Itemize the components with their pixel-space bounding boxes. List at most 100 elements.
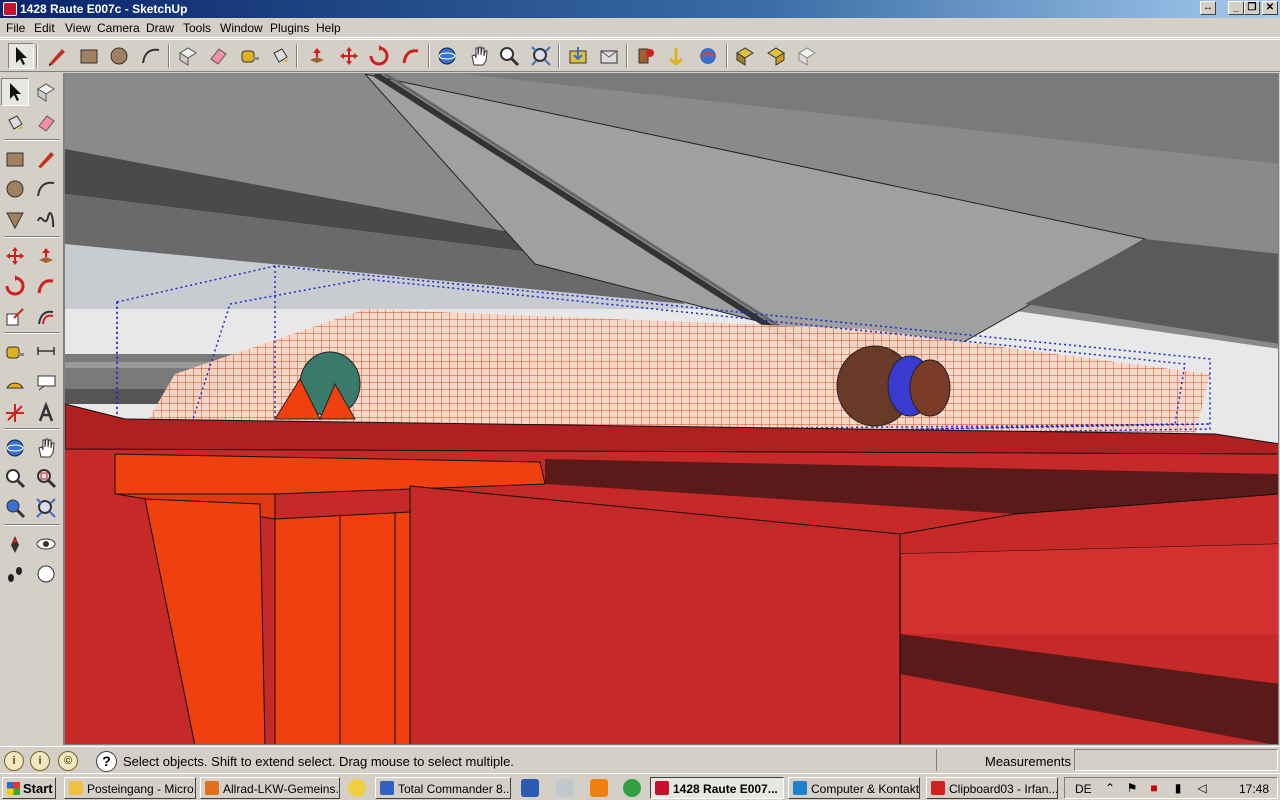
palette-tape-measure-icon[interactable] [1, 338, 29, 366]
palette-orbit-icon[interactable] [1, 434, 29, 462]
menu-window[interactable]: Window [220, 21, 263, 35]
place-model-icon[interactable] [633, 43, 659, 69]
palette-move-icon[interactable] [1, 242, 29, 270]
palette-previous-view-icon[interactable] [1, 494, 29, 522]
model-scene[interactable] [65, 74, 1279, 745]
flag-icon[interactable]: ⚑ [1125, 781, 1139, 795]
palette-walk-icon[interactable] [1, 560, 29, 588]
network-icon[interactable]: ▮ [1171, 781, 1185, 795]
chevron-up-icon[interactable]: ⌃ [1103, 781, 1117, 795]
send-to-layout-icon[interactable] [794, 43, 820, 69]
circle-icon[interactable] [106, 43, 132, 69]
green-app-icon[interactable] [623, 779, 641, 797]
copyright-icon[interactable]: © [58, 751, 78, 771]
pan-icon[interactable] [466, 43, 492, 69]
close-button[interactable]: ✕ [1262, 1, 1278, 15]
start-button[interactable]: Start [2, 777, 56, 799]
3d-viewport[interactable] [64, 73, 1279, 745]
palette-eraser-icon[interactable] [32, 109, 60, 137]
eraser-icon[interactable] [205, 43, 231, 69]
menu-view[interactable]: View [65, 21, 91, 35]
paint-bucket-icon[interactable] [267, 43, 293, 69]
orbit-icon[interactable] [434, 43, 460, 69]
palette-zoom-window-icon[interactable] [32, 464, 60, 492]
palette-look-around-icon[interactable] [32, 530, 60, 558]
make-component-icon[interactable] [175, 43, 201, 69]
palette-paint-bucket-icon[interactable] [1, 109, 29, 137]
palette-rotate-icon[interactable] [1, 272, 29, 300]
taskbar-item[interactable]: Total Commander 8.... [375, 777, 511, 799]
palette-separator [4, 236, 60, 238]
palette-select-icon[interactable] [1, 78, 29, 106]
tool-palette [0, 73, 64, 745]
menu-camera[interactable]: Camera [97, 21, 140, 35]
palette-circle-icon[interactable] [1, 175, 29, 203]
get-models-icon[interactable] [565, 43, 591, 69]
arc-icon[interactable] [138, 43, 164, 69]
zoom-extents-icon[interactable] [528, 43, 554, 69]
palette-separator [4, 139, 60, 141]
palette-position-camera-icon[interactable] [1, 530, 29, 558]
minimize-button[interactable]: _ [1228, 1, 1244, 15]
menu-tools[interactable]: Tools [183, 21, 211, 35]
menu-edit[interactable]: Edit [34, 21, 55, 35]
palette-follow-me-icon[interactable] [32, 272, 60, 300]
palette-offset-icon[interactable] [32, 303, 60, 331]
share-model-icon[interactable] [596, 43, 622, 69]
menu-draw[interactable]: Draw [146, 21, 174, 35]
palette-pan-icon[interactable] [32, 434, 60, 462]
printer-icon[interactable]: ■ [1147, 781, 1161, 795]
push-pull-icon[interactable] [304, 43, 330, 69]
get-photo-texture-icon[interactable] [763, 43, 789, 69]
menu-help[interactable]: Help [316, 21, 341, 35]
palette-dimension-icon[interactable] [32, 338, 60, 366]
messenger-icon[interactable] [348, 779, 366, 797]
taskbar-item[interactable]: 1428 Raute E007... [650, 777, 784, 799]
menu-plugins[interactable]: Plugins [270, 21, 309, 35]
calculator-icon[interactable] [556, 779, 574, 797]
taskbar-item[interactable]: Computer & Kontakte [788, 777, 920, 799]
palette-scale-icon[interactable] [1, 303, 29, 331]
taskbar-item[interactable]: Posteingang - Micro... [64, 777, 196, 799]
word-icon[interactable] [521, 779, 539, 797]
windows-logo-icon [7, 782, 20, 795]
palette-protractor-icon[interactable] [1, 369, 29, 397]
rectangle-icon[interactable] [76, 43, 102, 69]
pencil-icon[interactable] [44, 43, 70, 69]
palette-freehand-icon[interactable] [32, 206, 60, 234]
taskbar-item[interactable]: Clipboard03 - Irfan... [926, 777, 1058, 799]
palette-3d-text-icon[interactable] [32, 399, 60, 427]
vlc-icon[interactable] [590, 779, 608, 797]
geo-location-icon[interactable]: i [4, 751, 24, 771]
palette-line-icon[interactable] [32, 145, 60, 173]
palette-section-plane-icon[interactable] [32, 560, 60, 588]
palette-text-icon[interactable] [32, 369, 60, 397]
taskbar-item[interactable]: Allrad-LKW-Gemeins... [200, 777, 340, 799]
follow-me-icon[interactable] [398, 43, 424, 69]
volume-icon[interactable]: ◁ [1195, 781, 1209, 795]
move-icon[interactable] [336, 43, 362, 69]
measurements-input[interactable] [1074, 749, 1278, 771]
palette-zoom-extents-icon[interactable] [32, 494, 60, 522]
share-component-icon[interactable] [732, 43, 758, 69]
palette-make-component-icon[interactable] [32, 78, 60, 106]
taskbar: Start Posteingang - Micro... Allrad-LKW-G… [0, 773, 1280, 800]
zoom-icon[interactable] [496, 43, 522, 69]
palette-push-pull-icon[interactable] [32, 242, 60, 270]
palette-axes-icon[interactable] [1, 399, 29, 427]
restore-tile-button[interactable]: ↔ [1200, 1, 1216, 15]
palette-arc-icon[interactable] [32, 175, 60, 203]
credits-icon[interactable]: i [30, 751, 50, 771]
palette-polygon-icon[interactable] [1, 206, 29, 234]
language-indicator[interactable]: DE [1075, 782, 1092, 796]
maximize-button[interactable]: ❐ [1244, 1, 1260, 15]
palette-rectangle-icon[interactable] [1, 145, 29, 173]
select-icon[interactable] [8, 43, 34, 69]
dynamic-components-icon[interactable] [663, 43, 689, 69]
help-icon[interactable]: ? [96, 751, 117, 772]
rotate-icon[interactable] [366, 43, 392, 69]
palette-zoom-icon[interactable] [1, 464, 29, 492]
warehouse-icon[interactable] [695, 43, 721, 69]
menu-file[interactable]: File [6, 21, 25, 35]
tape-measure-icon[interactable] [237, 43, 263, 69]
